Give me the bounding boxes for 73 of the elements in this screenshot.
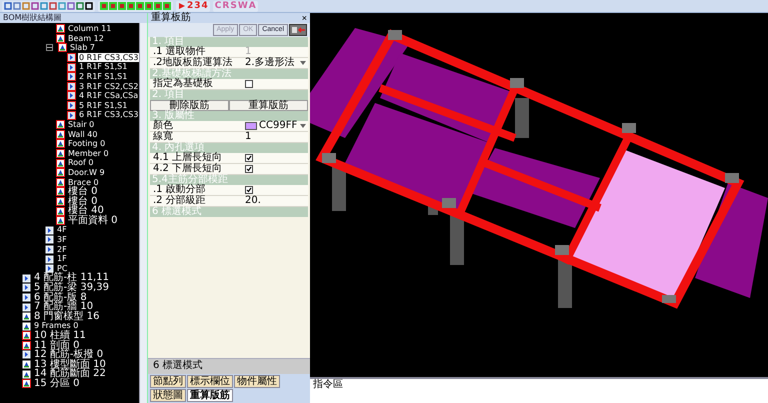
tree-item[interactable]: 12 配筋-板撥 0 [33,350,104,360]
caret-icon[interactable] [300,61,306,65]
tree-item[interactable]: Member 0 [67,148,110,158]
panel-title: BOM樹狀結構圖 [0,13,147,23]
description-text: 6 標選模式 [153,361,204,371]
tab[interactable]: 物件屬性 [234,375,280,388]
tree-item[interactable]: 1 R1F S1,S1 [78,62,128,72]
property-label: 線寬 [150,132,243,142]
collapse-toggle[interactable] [46,44,53,52]
tree-item[interactable]: 1F [56,254,68,264]
tree-item[interactable]: 平面資料 0 [67,216,119,226]
tree-item[interactable]: Wall 40 [67,130,98,140]
checkbox[interactable] [245,186,253,194]
tab[interactable]: 標示欄位 [187,375,233,388]
tree-item[interactable]: 15 分區 0 [33,378,80,389]
tab[interactable]: 狀態圖 [150,389,186,402]
tree-item[interactable]: 3F [56,235,68,245]
property-value: 1 [243,47,308,57]
dropdown-field[interactable]: 2.多邊形法 [243,58,308,68]
tree-item[interactable]: 2 R1F S1,S1 [78,72,128,82]
tree-item[interactable]: 5 配筋-梁 39,39 [33,283,110,293]
panel-title: 重算板筋 [151,13,191,23]
tree-item[interactable]: 樓台 0 [67,196,99,206]
property-value: 20. [243,196,308,206]
tree-item[interactable]: Slab 7 [69,43,96,53]
tree-item[interactable]: Roof 0 [67,158,94,168]
tree-item[interactable]: PC [56,264,68,274]
tree-item[interactable]: 樓台 0 [67,187,99,197]
action-button[interactable]: 重算版筋 [229,100,308,111]
property-value: CC99FF [259,121,298,131]
property-label: .1 選取物件 [150,47,243,57]
tree-item[interactable]: 樓台 40 [67,206,105,216]
property-label: .1 啟動分部 [150,185,243,195]
tree-item[interactable]: 6 R1F CS3,CS3 [78,110,139,120]
tree-item[interactable]: 8 門窗樣型 16 [33,312,100,322]
checkbox[interactable] [245,154,253,162]
property-label: 指定為基礎板 [150,79,243,89]
tree-item[interactable]: Door.W 9 [67,168,106,178]
tree-item[interactable]: 3 R1F CS2,CS2 [78,82,139,92]
tree-item[interactable]: 6 配筋-版 8 [33,292,88,302]
action-button[interactable]: 刪除版筋 [150,100,229,111]
tree-item[interactable]: Beam 12 [67,34,105,44]
tree-item[interactable]: 4F [56,225,68,236]
pane-title: 指令區 [313,380,344,390]
property-label: 4.1 上層長短向 [150,153,243,163]
property-value: 1 [243,132,308,142]
tree-item[interactable]: 5 R1F S1,S1 [78,100,128,110]
property-label: 4.2 下層長短向 [150,164,243,174]
tree-item[interactable]: Column 11 [67,24,112,34]
toolbar-button[interactable]: 3 [194,1,201,11]
toolbar-button[interactable]: 2 [187,1,194,11]
scrollbar[interactable] [139,23,147,403]
checkbox[interactable] [245,165,253,173]
tree-item[interactable]: 2F [56,244,68,254]
caret-icon[interactable] [300,124,306,128]
tree-item[interactable]: Footing 0 [67,139,106,149]
tree-item[interactable]: 0 R1F CS3,CS3 [78,52,139,62]
checkbox[interactable] [245,80,253,88]
tree-item[interactable]: 13 樓型斷面 10 [33,360,107,370]
tree-item[interactable]: Stair 0 [67,120,96,130]
property-label: .2地版板筋運算法 [150,58,243,68]
close-button[interactable]: × [302,14,307,22]
tree-item[interactable]: 10 柱續 11 [33,331,87,341]
toolbar-button[interactable]: 4 [202,1,208,11]
tree-item[interactable]: 7 配筋-牆 10 [33,302,94,312]
play-icon[interactable] [178,2,186,10]
tab[interactable]: 節點列 [150,375,186,388]
property-label: 顏色 [150,121,243,131]
tree-item[interactable]: 4 R1F CSa,CSa [78,91,139,101]
tree-item[interactable]: 9 Frames 0 [33,321,80,331]
tab[interactable]: 重算版筋 [187,389,233,402]
property-label: .2 分部級距 [150,196,243,206]
tree-item[interactable]: 14 配筋斷面 22 [33,369,107,379]
